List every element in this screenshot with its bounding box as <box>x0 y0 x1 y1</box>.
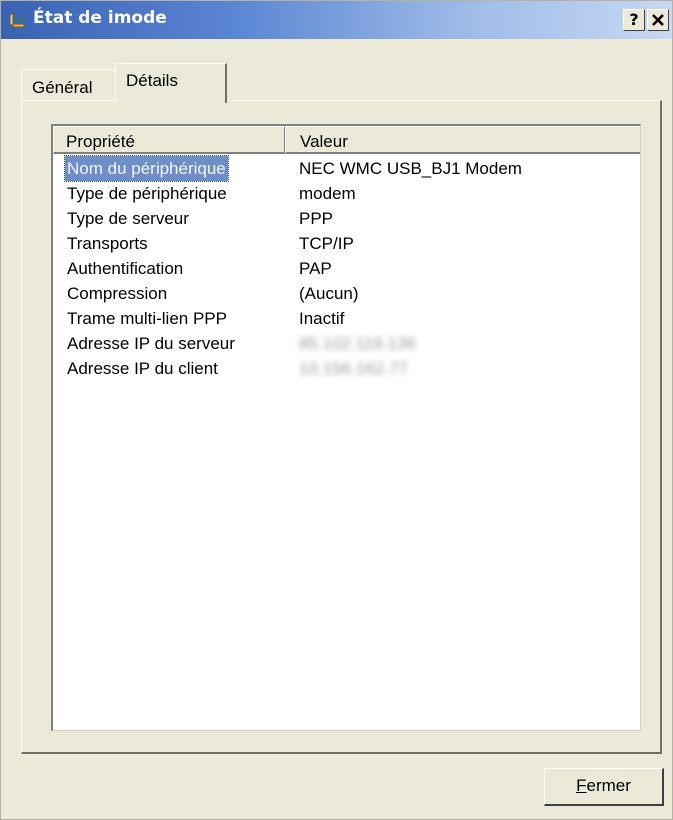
close-mnemonic: F <box>576 776 587 795</box>
table-row[interactable]: Nom du périphérique NEC WMC USB_BJ1 Mode… <box>53 155 640 182</box>
column-header-property[interactable]: Propriété <box>53 126 285 154</box>
list-rows: Nom du périphérique NEC WMC USB_BJ1 Mode… <box>53 155 640 381</box>
table-row[interactable]: Adresse IP du serveur 85.102.119.136 <box>53 331 640 356</box>
table-row[interactable]: Transports TCP/IP <box>53 231 640 256</box>
value-cell: modem <box>299 184 356 203</box>
value-cell: (Aucun) <box>299 284 359 303</box>
close-icon <box>652 14 664 26</box>
dialog-window: État de imode ? Général Détails Propriét… <box>0 0 673 820</box>
value-cell: Inactif <box>299 309 345 328</box>
table-row[interactable]: Compression (Aucun) <box>53 281 640 306</box>
value-cell: TCP/IP <box>299 234 354 253</box>
property-cell: Compression <box>67 284 168 303</box>
close-button[interactable] <box>647 9 669 31</box>
properties-list[interactable]: Propriété Valeur Nom du périphérique NEC… <box>51 124 641 731</box>
value-cell-redacted: 85.102.119.136 <box>299 334 416 353</box>
list-header: Propriété Valeur <box>53 126 640 154</box>
value-cell-redacted: 10.156.162.77 <box>299 359 408 378</box>
table-row[interactable]: Adresse IP du client 10.156.162.77 <box>53 356 640 381</box>
property-cell: Authentification <box>67 259 184 278</box>
column-header-value[interactable]: Valeur <box>285 126 640 154</box>
tab-general[interactable]: Général <box>21 69 115 101</box>
title-bar[interactable]: État de imode ? <box>1 1 672 39</box>
help-button[interactable]: ? <box>623 9 645 31</box>
tab-details[interactable]: Détails <box>115 63 227 103</box>
close-dialog-button[interactable]: Fermer <box>544 768 664 806</box>
table-row[interactable]: Trame multi-lien PPP Inactif <box>53 306 640 331</box>
table-row[interactable]: Authentification PAP <box>53 256 640 281</box>
property-cell: Trame multi-lien PPP <box>67 309 227 328</box>
value-cell: NEC WMC USB_BJ1 Modem <box>299 159 522 178</box>
table-row[interactable]: Type de serveur PPP <box>53 206 640 231</box>
property-cell: Nom du périphérique <box>64 155 229 182</box>
value-cell: PAP <box>299 259 332 278</box>
table-row[interactable]: Type de périphérique modem <box>53 181 640 206</box>
network-connection-icon <box>9 13 25 28</box>
property-cell: Transports <box>67 234 148 253</box>
property-cell: Type de serveur <box>67 209 189 228</box>
value-cell: PPP <box>299 209 334 228</box>
property-cell: Type de périphérique <box>67 184 227 203</box>
window-title: État de imode <box>33 8 167 28</box>
close-label-rest: ermer <box>586 776 631 795</box>
property-cell: Adresse IP du client <box>67 359 218 378</box>
property-cell: Adresse IP du serveur <box>67 334 235 353</box>
